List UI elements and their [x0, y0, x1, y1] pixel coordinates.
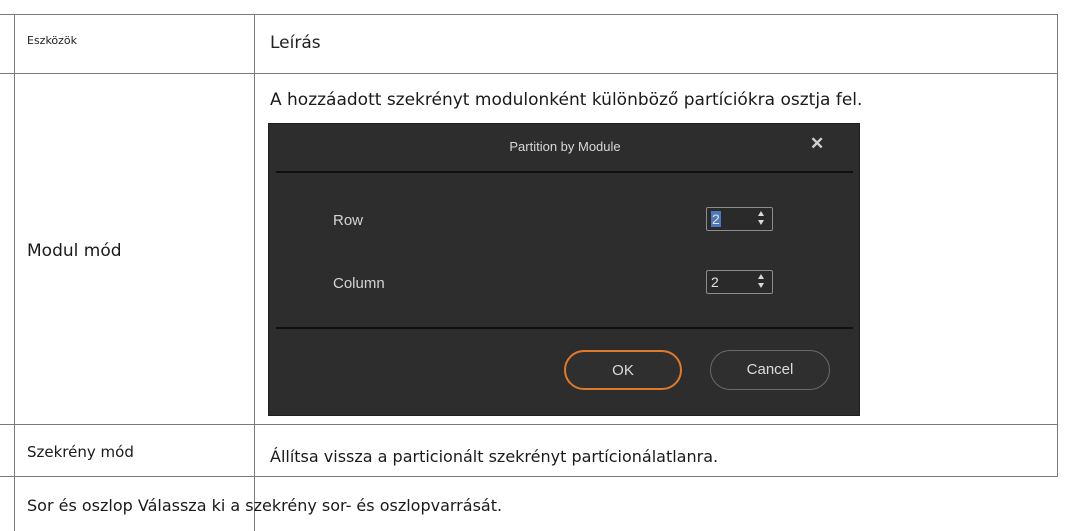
arrow-down-icon[interactable] [758, 220, 764, 225]
ok-button[interactable]: OK [564, 350, 682, 390]
column-label: Column [333, 275, 385, 292]
header-description: Leírás [270, 33, 321, 53]
row-tool-name: Modul mód [27, 241, 122, 261]
row-tool-name: Szekrény mód [27, 443, 134, 461]
dialog-divider [276, 327, 853, 329]
table-row-divider [0, 424, 1057, 425]
spinner-arrows-icon[interactable] [755, 273, 769, 291]
spinner-arrows-icon[interactable] [755, 210, 769, 228]
column-value[interactable]: 2 [711, 274, 719, 290]
row-label: Row [333, 212, 364, 229]
description-table: Eszközök Leírás Modul mód A hozzáadott s… [0, 0, 1071, 531]
row-description: A hozzáadott szekrényt modulonként külön… [270, 90, 863, 110]
cancel-button[interactable]: Cancel [710, 350, 830, 390]
arrow-down-icon[interactable] [758, 283, 764, 288]
row-merged-text: Sor és oszlop Válassza ki a szekrény sor… [27, 496, 503, 515]
row-value[interactable]: 2 [711, 211, 721, 227]
table-border-top [0, 14, 1057, 15]
table-row-divider [0, 476, 1057, 477]
header-tools: Eszközök [27, 34, 78, 47]
arrow-up-icon[interactable] [758, 274, 764, 279]
table-border-right [1057, 14, 1058, 477]
table-header-divider [0, 73, 1057, 74]
row-description: Állítsa vissza a particionált szekrényt … [270, 447, 719, 466]
row-spinbox[interactable]: 2 [706, 207, 773, 231]
column-spinbox[interactable]: 2 [706, 270, 773, 294]
dialog-title: Partition by Module [509, 139, 621, 154]
arrow-up-icon[interactable] [758, 211, 764, 216]
partition-by-module-dialog: Partition by Module ✕ Row 2 Column 2 OK … [268, 123, 860, 416]
table-column-divider [254, 14, 255, 531]
dialog-divider [276, 171, 853, 173]
table-border-left [14, 14, 15, 531]
close-icon[interactable]: ✕ [810, 134, 824, 154]
